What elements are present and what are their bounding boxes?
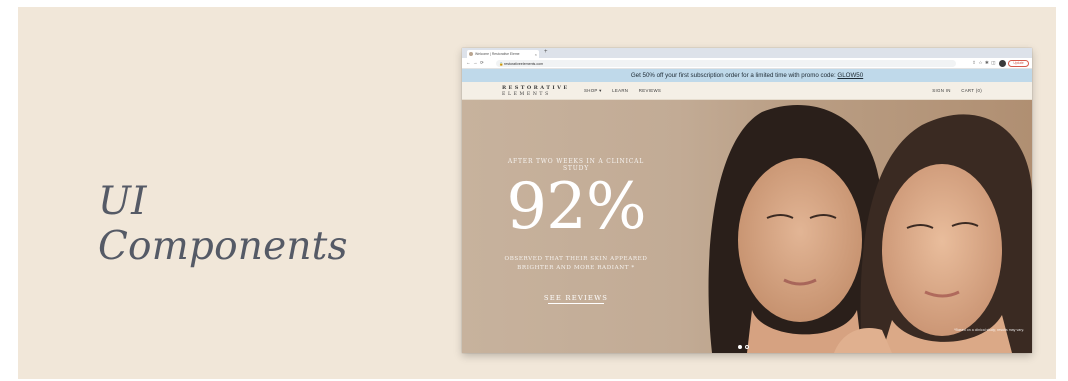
account-menu: SIGN IN CART (0) xyxy=(923,88,982,93)
url-field[interactable]: 🔒 restorativeelements.com xyxy=(496,60,956,67)
browser-tab-bar: Welcome | Restorative Eleme × + xyxy=(462,48,1032,58)
profile-avatar[interactable] xyxy=(999,60,1006,67)
face-left xyxy=(738,158,862,322)
caption-title: UI Components xyxy=(98,179,348,269)
cart-link[interactable]: CART (0) xyxy=(961,88,982,93)
browser-tab[interactable]: Welcome | Restorative Eleme × xyxy=(467,50,539,58)
promo-banner: Get 50% off your first subscription orde… xyxy=(462,69,1032,82)
see-reviews-button[interactable]: SEE REVIEWS xyxy=(526,290,626,306)
site-navigation: RESTORATIVE ELEMENTS SHOP ▾ LEARN REVIEW… xyxy=(462,82,1032,100)
new-tab-icon[interactable]: + xyxy=(544,49,548,55)
lock-icon: 🔒 xyxy=(499,61,504,66)
address-bar-row: ←→⟳ 🔒 restorativeelements.com ⇪☆✱◫ Updat… xyxy=(462,58,1032,69)
toolbar-icons[interactable]: ⇪☆✱◫ xyxy=(972,60,998,66)
carousel-dot[interactable] xyxy=(738,345,742,349)
face-right xyxy=(882,164,1002,336)
hero-subtitle: OBSERVED THAT THEIR SKIN APPEARED BRIGHT… xyxy=(504,256,648,271)
nav-learn[interactable]: LEARN xyxy=(612,88,628,93)
logo-line-1: RESTORATIVE xyxy=(502,85,570,91)
brand-logo[interactable]: RESTORATIVE ELEMENTS xyxy=(502,85,570,97)
hero-stat: 92% xyxy=(506,170,646,244)
sign-in-link[interactable]: SIGN IN xyxy=(932,88,950,93)
main-menu: SHOP ▾ LEARN REVIEWS xyxy=(584,88,670,94)
hero-banner: AFTER TWO WEEKS IN A CLINICAL STUDY 92% … xyxy=(462,100,1032,353)
promo-code-link[interactable]: GLOW50 xyxy=(837,72,863,79)
nav-shop[interactable]: SHOP ▾ xyxy=(584,88,602,93)
carousel-dot[interactable] xyxy=(745,345,749,349)
browser-nav-icons[interactable]: ←→⟳ xyxy=(466,60,486,66)
browser-screenshot: Welcome | Restorative Eleme × + ←→⟳ 🔒 re… xyxy=(462,48,1032,353)
tab-title: Welcome | Restorative Eleme xyxy=(475,52,520,56)
carousel-dots xyxy=(738,336,752,353)
favicon-icon xyxy=(469,52,473,56)
update-button[interactable]: Update xyxy=(1008,60,1029,67)
ui-components-card: UI Components Welcome | Restorative Elem… xyxy=(18,7,1056,379)
logo-line-2: ELEMENTS xyxy=(502,91,551,97)
promo-text: Get 50% off your first subscription orde… xyxy=(630,72,838,79)
nav-reviews[interactable]: REVIEWS xyxy=(639,88,661,93)
url-text: restorativeelements.com xyxy=(504,61,544,66)
tab-close-icon[interactable]: × xyxy=(535,52,537,57)
hero-footnote: *Based on a clinical study; results may … xyxy=(954,328,1024,332)
